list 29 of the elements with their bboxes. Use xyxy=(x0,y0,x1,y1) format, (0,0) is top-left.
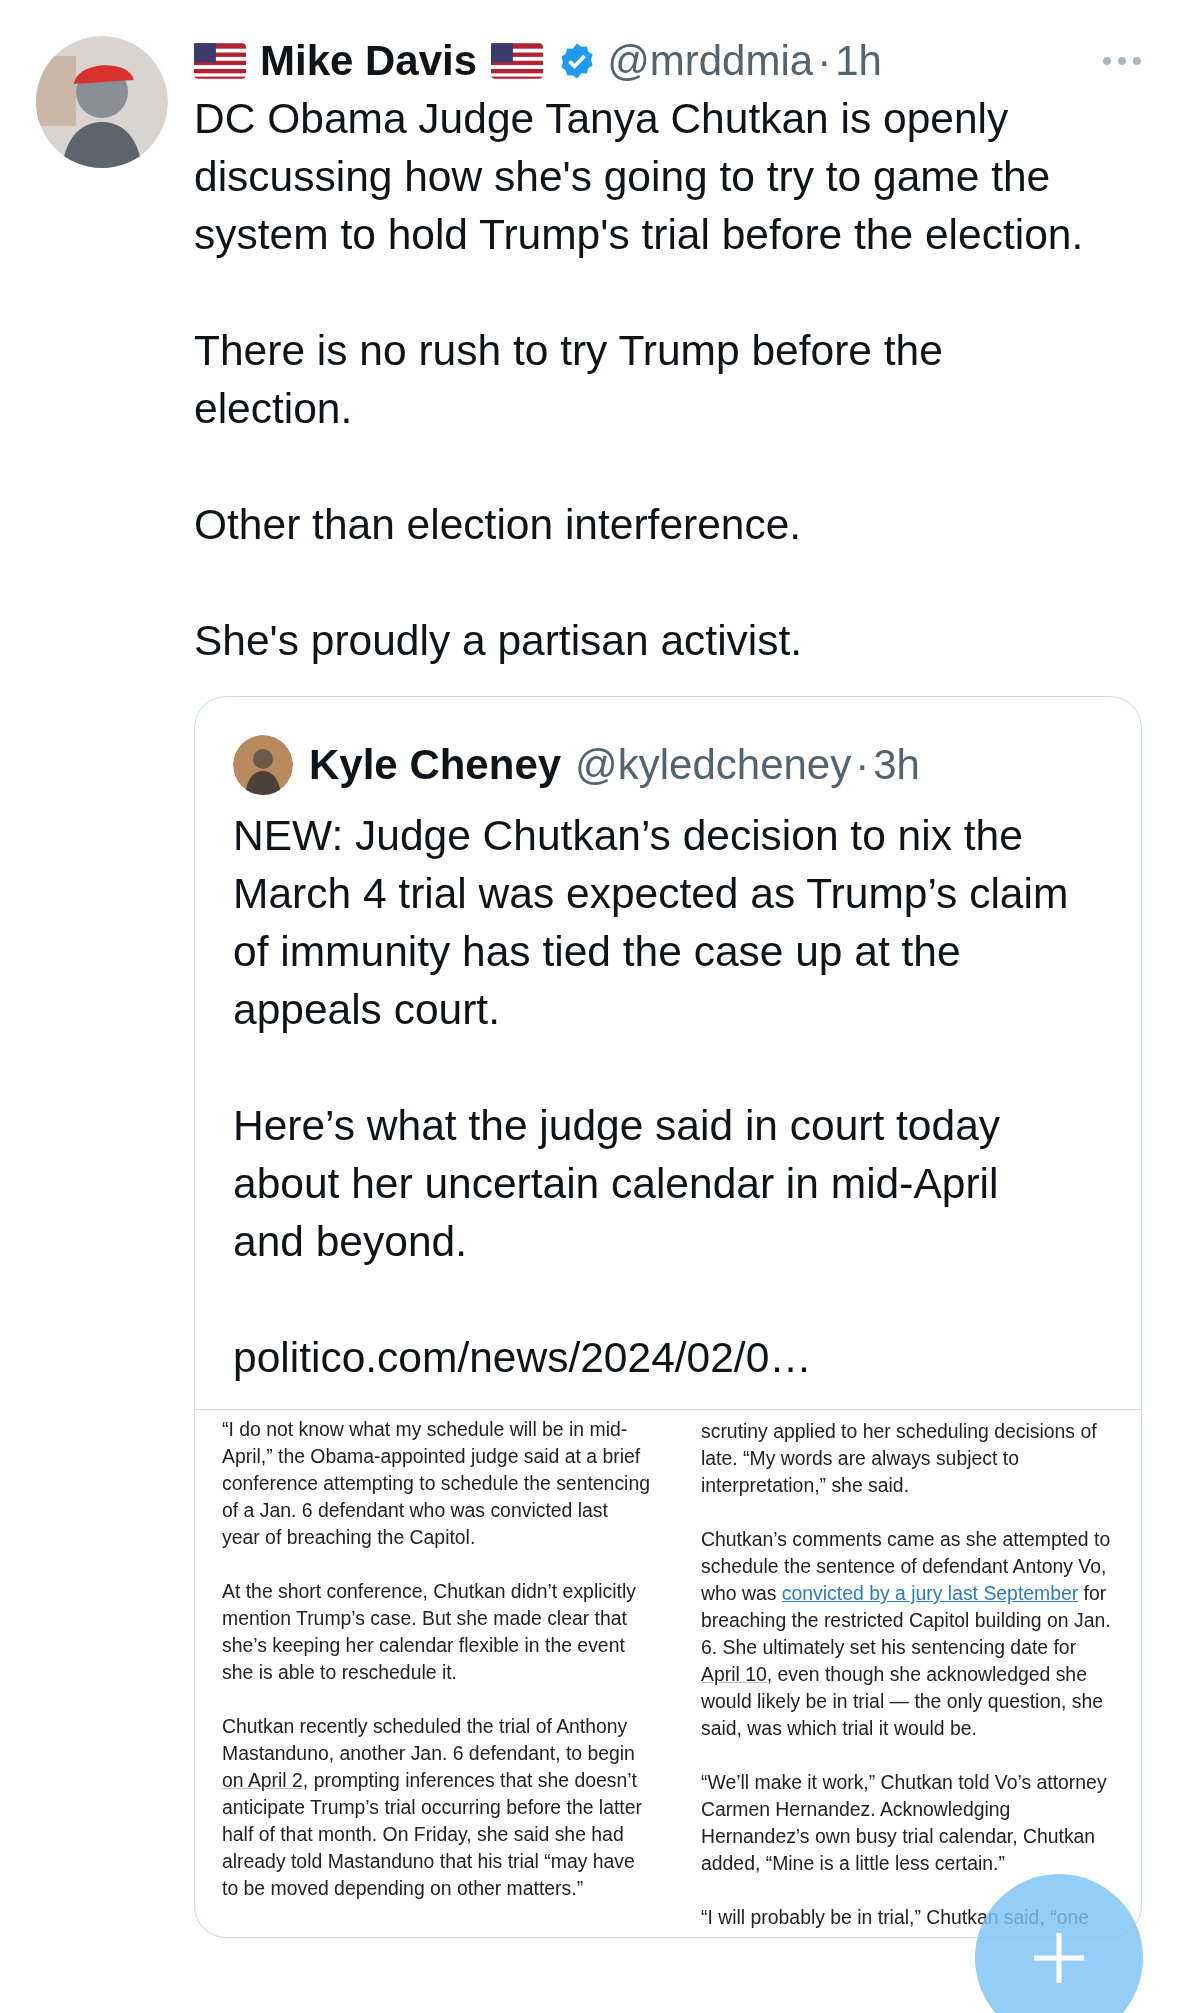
tweet-text: Other than election interference. xyxy=(194,500,803,550)
author-name[interactable]: Kyle Cheney xyxy=(309,741,562,789)
article-paragraph: scrutiny applied to her scheduling decisions of late. “My words are always subject to interpretation,” she said. xyxy=(701,1419,1098,1498)
separator-dot: · xyxy=(817,37,832,85)
article-link[interactable]: politico.com/news/2024/02/0… xyxy=(195,1329,1141,1387)
article-link[interactable]: convicted by a jury last September xyxy=(781,1582,1079,1604)
date-link[interactable]: on April 2 xyxy=(222,1769,303,1791)
author-handle[interactable]: @kyledcheney xyxy=(575,741,852,789)
article-paragraph: Chutkan’s comments came as she attempted to schedule the sentence of defendant Antony Vo, who was convicted by a jury last September for breaching the restricted Capitol building on Jan. 6. She ultimately set his sentencing date for April 10, even though she acknowledged she would likely be in trial — the only question, she said, was which trial it would be. xyxy=(701,1527,1112,1741)
timestamp[interactable]: 1h xyxy=(835,37,882,85)
timestamp[interactable]: 3h xyxy=(873,741,920,789)
avatar[interactable] xyxy=(36,36,168,168)
article-paragraph: “We’ll make it work,” Chutkan told Vo’s attorney Carmen Hernandez. Acknowledging Hernandez’s own busy trial calendar, Chutkan added, “Mine is a little less certain.” xyxy=(701,1770,1108,1876)
tweet-text: DC Obama Judge Tanya Chutkan is openly discussing how she's going to try to game the system to hold Trump's trial before the election. xyxy=(194,94,1085,260)
article-paragraph: Chutkan recently scheduled the trial of Anthony Mastanduno, another Jan. 6 defendant, to begin on April 2, prompting inferences that she doesn’t anticipate Trump’s trial occurring before the latter half of that month. On Friday, she said she had already told Mastanduno that his trial “may have to be moved depending on other matters.” xyxy=(222,1714,643,1901)
tweet-text: There is no rush to try Trump before the election. xyxy=(194,326,944,434)
article-paragraph: “I do not know what my schedule will be in mid-April,” the Obama-appointed judge said at a brief conference attempting to schedule the sentencing of a Jan. 6 defendant who was convicted last year of breaching the Capitol. xyxy=(222,1417,650,1550)
tweet-text: NEW: Judge Chutkan’s decision to nix the March 4 trial was expected as Trump’s claim of immunity has tied the case up at the appeals court. xyxy=(232,811,1070,1035)
avatar[interactable] xyxy=(233,735,293,795)
separator-dot: · xyxy=(855,741,870,789)
plus-icon xyxy=(1034,1933,1084,1983)
date-link[interactable]: April 10 xyxy=(701,1663,767,1685)
article-paragraph: At the short conference, Chutkan didn’t explicitly mention Trump’s case. But she made clear that she’s keeping her calendar flexible in the event she is able to reschedule it. xyxy=(222,1579,637,1685)
flag-icon xyxy=(194,43,246,79)
author-name[interactable]: Mike Davis xyxy=(260,37,478,85)
author-handle[interactable]: @mrddmia xyxy=(607,37,814,85)
tweet-text: Here’s what the judge said in court today about her uncertain calendar in mid-April and beyond. xyxy=(232,1101,1002,1267)
flag-icon xyxy=(491,43,544,79)
tweet-text: She's proudly a partisan activist. xyxy=(194,616,804,666)
